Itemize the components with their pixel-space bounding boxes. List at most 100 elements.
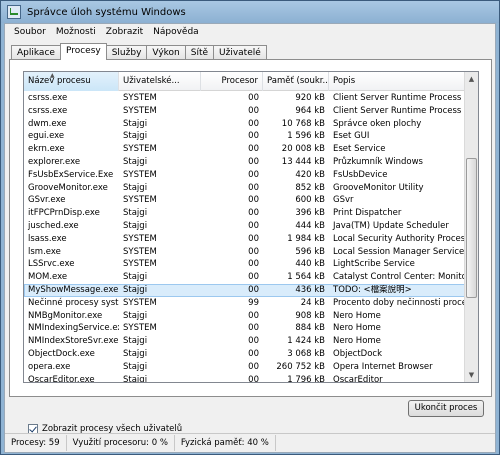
tab-performance[interactable]: Výkon bbox=[146, 45, 186, 60]
table-row[interactable]: Nečinné procesy syst... SYSTEM 99 24 kB Proc… bbox=[24, 297, 465, 310]
process-description: FsUsbDevice bbox=[333, 169, 388, 180]
process-description: Průzkumník Windows bbox=[333, 156, 423, 167]
process-memory: 964 kB bbox=[295, 105, 325, 116]
title-bar[interactable]: Správce úloh systému Windows bbox=[1, 1, 499, 23]
table-row[interactable]: NMBgMonitor.exe Stajgi 00 908 kB Nero Home bbox=[24, 310, 465, 323]
process-user: SYSTEM bbox=[123, 246, 157, 257]
tab-strip: Aplikace Procesy Služby Výkon Sítě Uživa… bbox=[11, 43, 267, 60]
process-user: Stajgi bbox=[123, 220, 148, 231]
table-row[interactable]: NMIndexStoreSvr.exe Stajgi 00 1 424 kB Nero … bbox=[24, 335, 465, 348]
process-user: Stajgi bbox=[123, 348, 148, 359]
table-row[interactable]: ekrn.exe SYSTEM 00 20 008 kB Eset Service bbox=[24, 143, 465, 156]
process-cpu: 99 bbox=[248, 297, 259, 308]
table-row[interactable]: MOM.exe Stajgi 00 1 564 kB Catalyst Control … bbox=[24, 271, 465, 284]
vertical-scrollbar[interactable]: ▲ ▼ bbox=[464, 72, 478, 382]
status-cpu-usage: Využití procesoru: 0 % bbox=[67, 435, 175, 451]
table-row[interactable]: jusched.exe Stajgi 00 444 kB Java(TM) Update… bbox=[24, 220, 465, 233]
table-row[interactable]: opera.exe Stajgi 00 260 752 kB Opera Interne… bbox=[24, 361, 465, 374]
process-memory: 852 kB bbox=[295, 182, 325, 193]
process-description: OscarEditor bbox=[333, 374, 383, 383]
process-name: Nečinné procesy syst... bbox=[28, 297, 119, 308]
process-name: OscarEditor.exe bbox=[28, 374, 95, 383]
processes-panel: ▲ Název procesu Uživatelské... Procesor … bbox=[9, 59, 492, 434]
end-process-button[interactable]: Ukončit proces bbox=[408, 400, 484, 417]
scroll-thumb[interactable] bbox=[466, 158, 477, 298]
process-description: Catalyst Control Center: Monito... bbox=[333, 272, 465, 283]
process-cpu: 00 bbox=[248, 169, 259, 180]
process-user: Stajgi bbox=[123, 208, 148, 219]
process-cpu: 00 bbox=[248, 195, 259, 206]
process-description: Nero Home bbox=[333, 323, 381, 334]
table-row[interactable]: OscarEditor.exe Stajgi 00 1 796 kB OscarEdit… bbox=[24, 374, 465, 383]
list-header: ▲ Název procesu Uživatelské... Procesor … bbox=[24, 72, 465, 91]
tab-networking[interactable]: Sítě bbox=[184, 45, 215, 60]
tab-services[interactable]: Služby bbox=[105, 45, 148, 60]
table-row[interactable]: MyShowMessage.exe Stajgi 00 436 kB TODO: <檔案… bbox=[24, 283, 465, 297]
process-name: ekrn.exe bbox=[28, 144, 65, 155]
process-user: SYSTEM bbox=[123, 259, 157, 270]
table-row[interactable]: GrooveMonitor.exe Stajgi 00 852 kB GrooveMon… bbox=[24, 182, 465, 195]
scroll-up-icon[interactable]: ▲ bbox=[465, 72, 478, 86]
table-row[interactable]: egui.exe Stajgi 00 1 596 kB Eset GUI bbox=[24, 130, 465, 143]
table-row[interactable]: csrss.exe SYSTEM 00 964 kB Client Server Run… bbox=[24, 105, 465, 118]
process-description: Print Dispatcher bbox=[333, 208, 402, 219]
process-description: ObjectDock bbox=[333, 348, 383, 359]
process-name: itFPCPrnDisp.exe bbox=[28, 208, 100, 219]
table-row[interactable]: ObjectDock.exe Stajgi 00 3 068 kB ObjectDock bbox=[24, 348, 465, 361]
table-row[interactable]: csrss.exe SYSTEM 00 920 kB Client Server Run… bbox=[24, 92, 465, 105]
tab-applications[interactable]: Aplikace bbox=[11, 45, 61, 60]
process-user: SYSTEM bbox=[123, 195, 157, 206]
table-row[interactable]: LSSrvc.exe SYSTEM 00 440 kB LightScribe Serv… bbox=[24, 258, 465, 271]
process-cpu: 00 bbox=[248, 374, 259, 383]
process-cpu: 00 bbox=[248, 144, 259, 155]
client-area: Soubor Možnosti Zobrazit Nápověda Aplika… bbox=[4, 23, 496, 453]
task-manager-icon bbox=[7, 5, 21, 19]
tab-processes[interactable]: Procesy bbox=[59, 43, 107, 60]
process-memory: 1 984 kB bbox=[287, 233, 325, 244]
process-cpu: 00 bbox=[248, 361, 259, 372]
process-memory: 13 444 kB bbox=[281, 156, 325, 167]
process-memory: 20 008 kB bbox=[281, 144, 325, 155]
process-list[interactable]: ▲ Název procesu Uživatelské... Procesor … bbox=[23, 71, 479, 383]
process-name: lsass.exe bbox=[28, 233, 67, 244]
process-user: Stajgi bbox=[123, 374, 148, 383]
table-row[interactable]: NMIndexingService.exe SYSTEM 00 884 kB Nero … bbox=[24, 322, 465, 335]
process-description: Java(TM) Update Scheduler bbox=[333, 220, 449, 231]
column-header-name[interactable]: ▲ Název procesu bbox=[24, 72, 119, 91]
column-header-description[interactable]: Popis bbox=[329, 72, 465, 91]
process-memory: 1 564 kB bbox=[287, 272, 325, 283]
table-row[interactable]: lsass.exe SYSTEM 00 1 984 kB Local Security … bbox=[24, 233, 465, 246]
column-header-cpu[interactable]: Procesor bbox=[201, 72, 263, 91]
process-cpu: 00 bbox=[248, 93, 259, 103]
process-cpu: 00 bbox=[248, 259, 259, 270]
table-row[interactable]: lsm.exe SYSTEM 00 596 kB Local Session Manag… bbox=[24, 246, 465, 259]
process-user: Stajgi bbox=[123, 182, 148, 193]
scroll-down-icon[interactable]: ▼ bbox=[465, 368, 478, 382]
process-description: Nero Home bbox=[333, 336, 381, 347]
process-description: Client Server Runtime Process bbox=[333, 93, 462, 103]
status-bar: Procesy: 59 Využití procesoru: 0 % Fyzic… bbox=[5, 433, 495, 452]
menu-options[interactable]: Možnosti bbox=[51, 24, 101, 40]
table-row[interactable]: itFPCPrnDisp.exe Stajgi 00 396 kB Print Disp… bbox=[24, 207, 465, 220]
menu-file[interactable]: Soubor bbox=[9, 24, 51, 40]
process-memory: 436 kB bbox=[295, 284, 325, 295]
process-description: Správce oken plochy bbox=[333, 118, 422, 129]
process-name: NMIndexingService.exe bbox=[28, 323, 119, 334]
process-user: Stajgi bbox=[123, 118, 148, 129]
process-memory: 884 kB bbox=[295, 323, 325, 334]
process-memory: 440 kB bbox=[295, 259, 325, 270]
table-row[interactable]: FsUsbExService.Exe SYSTEM 00 420 kB FsUsbDev… bbox=[24, 169, 465, 182]
menu-view[interactable]: Zobrazit bbox=[101, 24, 148, 40]
table-row[interactable]: explorer.exe Stajgi 00 13 444 kB Průzkumník … bbox=[24, 156, 465, 169]
menu-help[interactable]: Nápověda bbox=[148, 24, 204, 40]
process-name: explorer.exe bbox=[28, 156, 81, 167]
process-description: GSvr bbox=[333, 195, 354, 206]
process-name: FsUsbExService.Exe bbox=[28, 169, 114, 180]
table-row[interactable]: GSvr.exe SYSTEM 00 600 kB GSvr bbox=[24, 194, 465, 207]
process-memory: 260 752 kB bbox=[276, 361, 325, 372]
process-memory: 1 596 kB bbox=[287, 131, 325, 142]
column-header-memory[interactable]: Paměť (soukr... bbox=[263, 72, 329, 91]
tab-users[interactable]: Uživatelé bbox=[213, 45, 267, 60]
table-row[interactable]: dwm.exe Stajgi 00 10 768 kB Správce oken plo… bbox=[24, 118, 465, 131]
column-header-user[interactable]: Uživatelské... bbox=[119, 72, 201, 91]
